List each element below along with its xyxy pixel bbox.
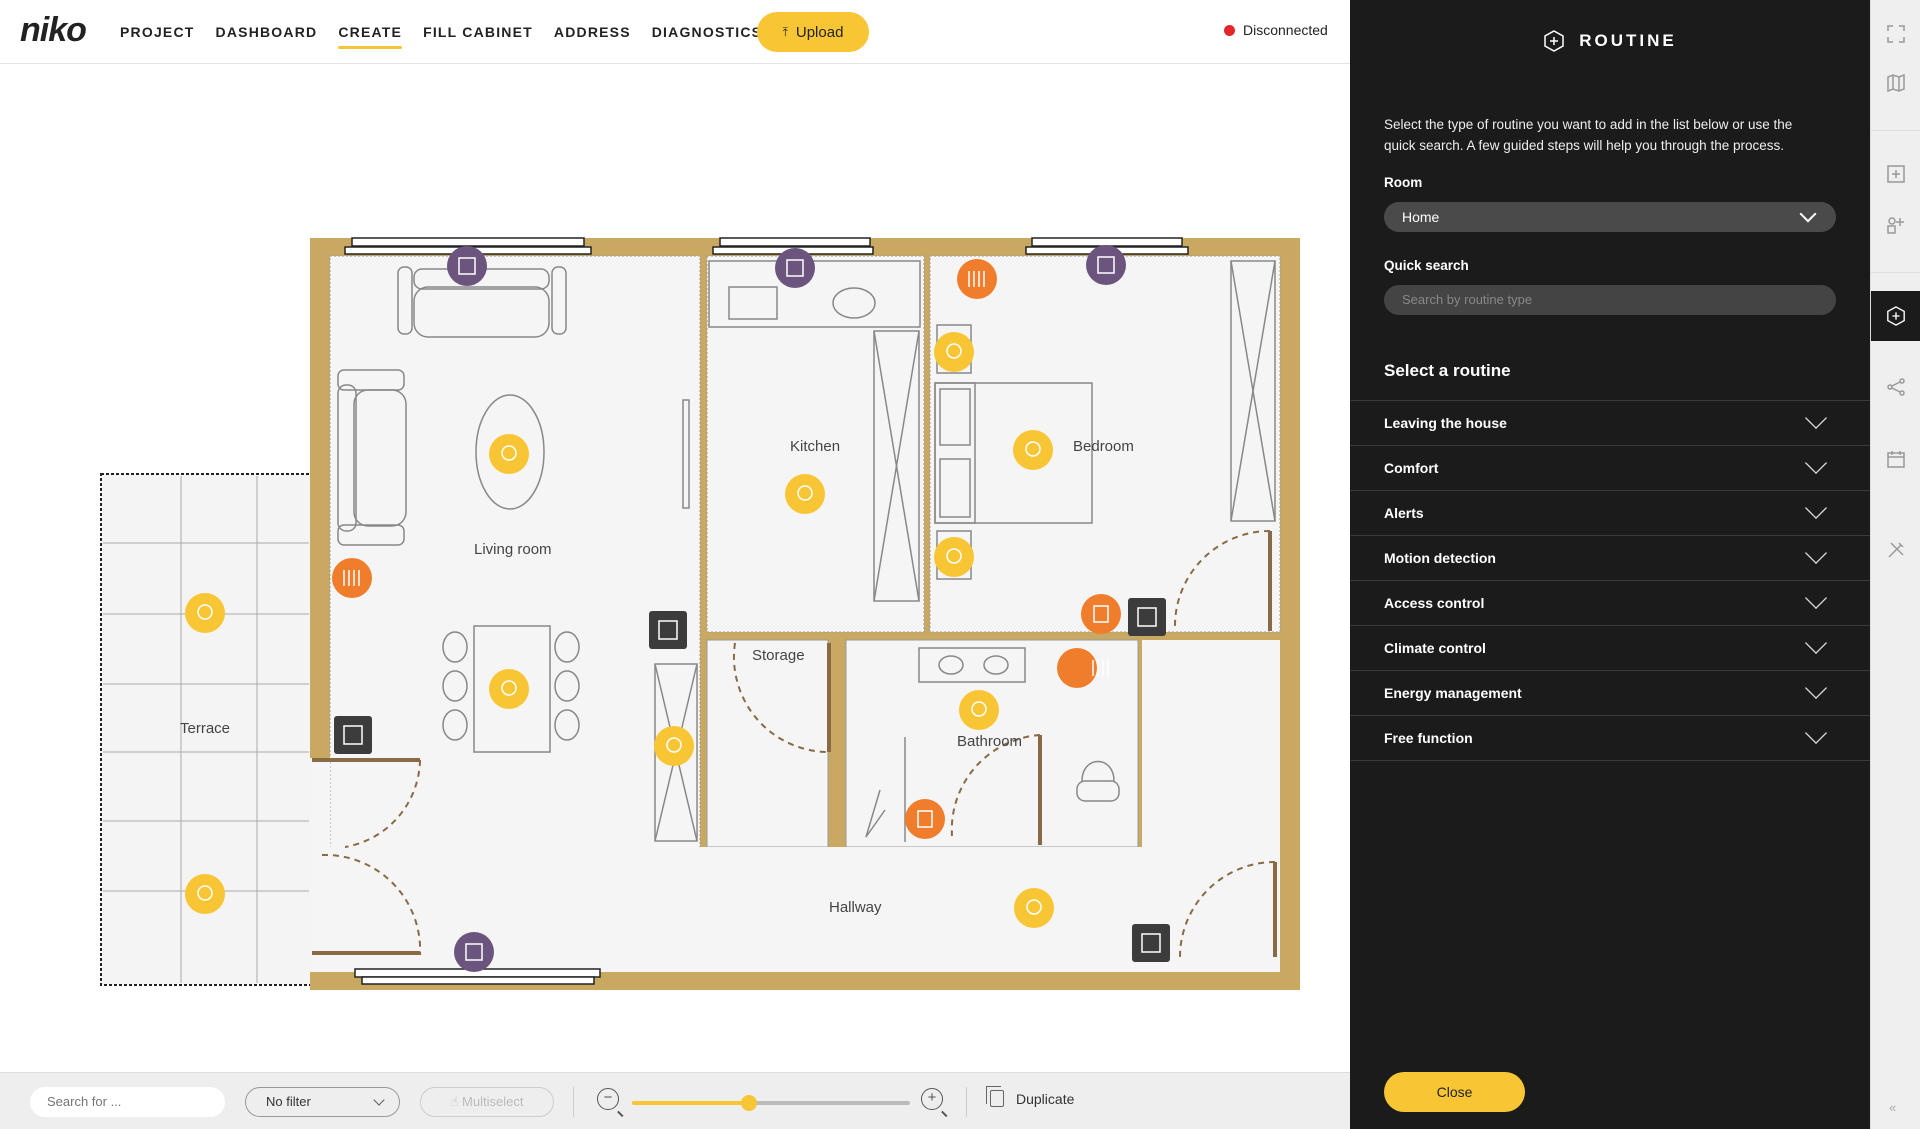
nav-diagnostics-label: DIAGNOSTICS xyxy=(651,24,763,40)
panel-description: Select the type of routine you want to a… xyxy=(1384,117,1793,153)
room-select-value: Home xyxy=(1402,209,1440,225)
select-routine-heading: Select a routine xyxy=(1384,361,1511,380)
upload-button[interactable]: ⤒ Upload xyxy=(757,12,869,52)
nav-fill-cabinet[interactable]: FILL CABINET xyxy=(423,0,533,64)
routine-item-label: Leaving the house xyxy=(1384,415,1507,431)
routine-item-leaving-the-house[interactable]: Leaving the house xyxy=(1350,401,1870,446)
routine-hexagon-icon[interactable] xyxy=(1871,291,1920,341)
multiselect-button[interactable]: ☝ Multiselect xyxy=(420,1087,554,1117)
quick-search-input[interactable]: Search by routine type xyxy=(1384,285,1836,315)
routine-item-label: Access control xyxy=(1384,595,1485,611)
duplicate-icon xyxy=(986,1086,1004,1107)
chevron-down-icon xyxy=(1804,496,1828,520)
toolbar-divider xyxy=(573,1087,574,1117)
routine-panel: ROUTINE Select the type of routine you w… xyxy=(1350,0,1870,1129)
calendar-icon[interactable] xyxy=(1871,434,1920,484)
routine-item-motion-detection[interactable]: Motion detection xyxy=(1350,536,1870,581)
routine-item-access-control[interactable]: Access control xyxy=(1350,581,1870,626)
routine-item-free-function[interactable]: Free function xyxy=(1350,716,1870,761)
upload-label: Upload xyxy=(795,23,844,41)
chevron-down-icon xyxy=(1804,631,1828,655)
multiselect-label: Multiselect xyxy=(462,1094,524,1109)
room-label-bedroom: Bedroom xyxy=(1073,438,1134,455)
close-button[interactable]: Close xyxy=(1384,1072,1525,1112)
quick-search-label: Quick search xyxy=(1384,258,1469,273)
connection-status: Disconnected xyxy=(1224,22,1328,38)
zoom-slider[interactable] xyxy=(632,1095,910,1111)
routine-item-label: Energy management xyxy=(1384,685,1522,701)
floorplan-svg[interactable] xyxy=(0,65,1350,1072)
room-label-terrace: Terrace xyxy=(180,720,231,737)
room-select[interactable]: Home xyxy=(1384,202,1836,232)
add-device-icon[interactable] xyxy=(1871,149,1920,199)
room-label-storage: Storage xyxy=(752,647,805,664)
icon-bar-divider xyxy=(1871,130,1920,131)
storage-floor[interactable] xyxy=(706,639,829,848)
routine-item-alerts[interactable]: Alerts xyxy=(1350,491,1870,536)
routine-item-label: Comfort xyxy=(1384,460,1439,476)
zoom-in-icon[interactable]: + xyxy=(921,1088,943,1110)
collapse-icon[interactable]: « xyxy=(1889,1100,1896,1115)
room-label-bathroom: Bathroom xyxy=(957,733,1023,750)
nav-project[interactable]: PROJECT xyxy=(120,0,195,64)
chevron-down-icon xyxy=(1804,721,1828,745)
filter-label: No filter xyxy=(266,1094,311,1109)
terrace-door-gap xyxy=(310,758,330,918)
tools-icon[interactable] xyxy=(1871,525,1920,575)
map-icon[interactable] xyxy=(1871,58,1920,108)
routine-item-label: Alerts xyxy=(1384,505,1424,521)
routine-hexagon-icon xyxy=(1544,30,1564,52)
nav-dashboard[interactable]: DASHBOARD xyxy=(216,0,318,64)
panel-title: ROUTINE xyxy=(1350,30,1870,52)
room-label-kitchen: Kitchen xyxy=(790,438,841,455)
add-shapes-icon[interactable] xyxy=(1871,200,1920,250)
chevron-down-icon xyxy=(1804,451,1828,475)
routine-item-label: Free function xyxy=(1384,730,1473,746)
upload-icon: ⤒ xyxy=(782,24,788,39)
nav-create[interactable]: CREATE xyxy=(338,0,402,64)
panel-title-text: ROUTINE xyxy=(1579,31,1677,50)
chevron-down-icon xyxy=(1804,541,1828,565)
zoom-out-icon[interactable]: − xyxy=(597,1088,619,1110)
chevron-down-icon xyxy=(373,1094,385,1106)
top-header: niko PROJECT DASHBOARD CREATE FILL CABIN… xyxy=(0,0,1350,64)
duplicate-label: Duplicate xyxy=(1016,1090,1075,1107)
routine-list: Leaving the house Comfort Alerts Motion … xyxy=(1350,400,1870,761)
nav-address[interactable]: ADDRESS xyxy=(554,0,631,64)
room-label-hallway: Hallway xyxy=(829,899,882,916)
zoom-slider-fill xyxy=(632,1101,749,1105)
status-dot-icon xyxy=(1224,24,1235,36)
duplicate-button[interactable]: Duplicate xyxy=(986,1086,1075,1107)
fullscreen-icon[interactable] xyxy=(1871,9,1920,59)
filter-dropdown[interactable]: No filter xyxy=(245,1087,400,1117)
routine-item-climate-control[interactable]: Climate control xyxy=(1350,626,1870,671)
zoom-slider-handle[interactable] xyxy=(740,1095,757,1111)
routine-item-label: Climate control xyxy=(1384,640,1486,656)
routine-item-energy-management[interactable]: Energy management xyxy=(1350,671,1870,716)
niko-logo[interactable]: niko xyxy=(20,11,87,50)
icon-bar-divider xyxy=(1871,272,1920,273)
main-nav: PROJECT DASHBOARD CREATE FILL CABINET AD… xyxy=(120,0,798,64)
hallway-corner-floor xyxy=(1142,640,1280,847)
hand-icon: ☝ xyxy=(450,1094,463,1109)
status-label: Disconnected xyxy=(1243,22,1328,38)
chevron-down-icon xyxy=(1804,406,1828,430)
chevron-down-icon xyxy=(1799,205,1817,223)
room-field-label: Room xyxy=(1384,175,1423,190)
floorplan-canvas[interactable]: Living room Kitchen Bedroom Storage Bath… xyxy=(0,65,1350,1072)
chevron-down-icon xyxy=(1804,586,1828,610)
toolbar-divider xyxy=(966,1087,967,1117)
chevron-down-icon xyxy=(1804,676,1828,700)
connections-icon[interactable] xyxy=(1871,362,1920,412)
room-label-living-room: Living room xyxy=(474,541,552,558)
routine-item-label: Motion detection xyxy=(1384,550,1496,566)
routine-item-comfort[interactable]: Comfort xyxy=(1350,446,1870,491)
side-icon-bar: « xyxy=(1870,0,1920,1129)
bottom-toolbar: No filter ☝ Multiselect − + Duplicate xyxy=(0,1072,1350,1129)
hallway-door-gap xyxy=(1176,957,1271,972)
device-search-input[interactable] xyxy=(30,1087,225,1117)
